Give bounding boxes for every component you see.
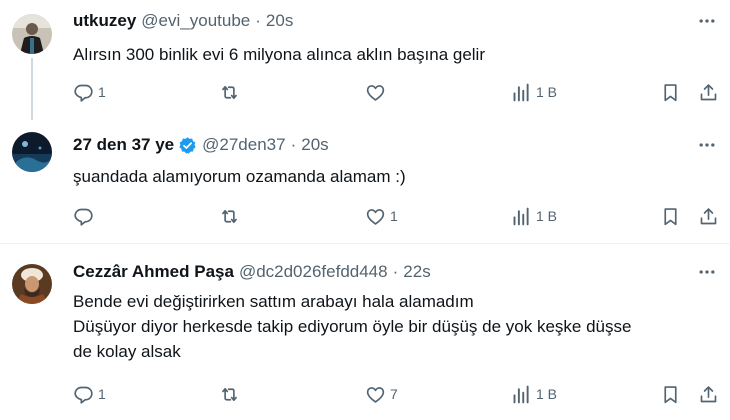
tweet-text: Alırsın 300 binlik evi 6 milyona alınca … xyxy=(73,42,713,67)
reply-button[interactable]: 1 xyxy=(73,381,106,407)
tweet-time[interactable]: 20s xyxy=(266,11,293,31)
tweet-text-line: Düşüyor diyor herkesde takip ediyorum öy… xyxy=(73,317,632,336)
author-handle[interactable]: @dc2d026fefdd448 xyxy=(239,262,388,282)
more-icon xyxy=(699,143,715,147)
views-button[interactable]: 1 B xyxy=(511,381,557,407)
more-button[interactable] xyxy=(696,261,718,283)
separator-dot: · xyxy=(255,11,261,30)
tweet-text: Bende evi değiştirirken sattım arabayı h… xyxy=(73,289,713,364)
views-count: 1 B xyxy=(536,386,558,402)
views-icon xyxy=(513,207,529,225)
like-icon xyxy=(366,208,385,225)
retweet-button[interactable] xyxy=(219,381,244,407)
bookmark-icon xyxy=(664,207,677,225)
reply-button[interactable] xyxy=(73,203,98,229)
tweet-3[interactable]: Cezzâr Ahmed Paşa @dc2d026fefdd448 · 22s… xyxy=(0,244,730,420)
more-icon xyxy=(699,270,715,274)
action-bar: 1 1 B xyxy=(73,203,723,229)
author-handle[interactable]: @evi_youtube xyxy=(141,11,250,31)
retweet-icon xyxy=(222,387,237,401)
tweet-header: utkuzey @evi_youtube · 20s xyxy=(73,10,293,32)
more-icon xyxy=(699,19,715,23)
tweet-text-line: Bende evi değiştirirken sattım arabayı h… xyxy=(73,292,474,311)
views-icon xyxy=(513,385,529,403)
like-icon xyxy=(366,84,385,101)
like-count: 7 xyxy=(390,386,398,402)
thread-line xyxy=(31,58,33,120)
like-count: 1 xyxy=(390,208,398,224)
reply-icon xyxy=(74,84,93,102)
share-icon xyxy=(700,385,717,402)
reply-icon xyxy=(74,208,93,226)
share-icon xyxy=(700,207,717,224)
reply-count: 1 xyxy=(98,386,106,402)
tweet-text-line: Alırsın 300 binlik evi 6 milyona alınca … xyxy=(73,45,485,64)
verified-badge-icon xyxy=(179,136,196,154)
like-button[interactable] xyxy=(365,79,390,105)
like-icon xyxy=(366,386,385,403)
action-bar: 1 7 1 B xyxy=(73,381,723,407)
retweet-icon xyxy=(222,85,237,99)
like-button[interactable]: 7 xyxy=(365,381,398,407)
author-name[interactable]: Cezzâr Ahmed Paşa xyxy=(73,262,234,282)
tweet-time[interactable]: 20s xyxy=(301,135,328,155)
tweet-header: Cezzâr Ahmed Paşa @dc2d026fefdd448 · 22s xyxy=(73,261,431,283)
author-name[interactable]: 27 den 37 ye xyxy=(73,135,174,155)
tweet-text-line: de kolay alsak xyxy=(73,342,181,361)
share-icon xyxy=(700,83,717,100)
bookmark-button[interactable] xyxy=(660,381,681,407)
author-handle[interactable]: @27den37 xyxy=(202,135,285,155)
share-button[interactable] xyxy=(698,79,719,105)
tweet-2[interactable]: 27 den 37 ye @27den37 · 20s şuandada ala… xyxy=(0,120,730,243)
more-button[interactable] xyxy=(696,134,718,156)
views-count: 1 B xyxy=(536,84,558,100)
views-button[interactable]: 1 B xyxy=(511,203,557,229)
separator-dot: · xyxy=(290,135,297,154)
more-button[interactable] xyxy=(696,10,718,32)
action-bar: 1 1 B xyxy=(73,79,723,105)
retweet-button[interactable] xyxy=(219,79,244,105)
retweet-icon xyxy=(222,209,237,223)
avatar[interactable] xyxy=(12,14,52,54)
bookmark-icon xyxy=(664,83,677,101)
retweet-button[interactable] xyxy=(219,203,244,229)
views-count: 1 B xyxy=(536,208,558,224)
tweet-1[interactable]: utkuzey @evi_youtube · 20s Alırsın 300 b… xyxy=(0,0,730,120)
avatar[interactable] xyxy=(12,132,52,172)
separator-dot: · xyxy=(392,262,399,281)
bookmark-button[interactable] xyxy=(660,203,681,229)
views-icon xyxy=(513,83,529,101)
tweet-time[interactable]: 22s xyxy=(403,262,430,282)
tweet-text-line: şuandada alamıyorum ozamanda alamam :) xyxy=(73,167,406,186)
like-button[interactable]: 1 xyxy=(365,203,398,229)
avatar[interactable] xyxy=(12,264,52,304)
bookmark-icon xyxy=(664,385,677,403)
tweet-text: şuandada alamıyorum ozamanda alamam :) xyxy=(73,164,713,189)
share-button[interactable] xyxy=(698,203,719,229)
author-name[interactable]: utkuzey xyxy=(73,11,136,31)
reply-icon xyxy=(74,386,93,404)
reply-count: 1 xyxy=(98,84,106,100)
tweet-header: 27 den 37 ye @27den37 · 20s xyxy=(73,134,329,156)
reply-button[interactable]: 1 xyxy=(73,79,106,105)
views-button[interactable]: 1 B xyxy=(511,79,557,105)
bookmark-button[interactable] xyxy=(660,79,681,105)
share-button[interactable] xyxy=(698,381,719,407)
